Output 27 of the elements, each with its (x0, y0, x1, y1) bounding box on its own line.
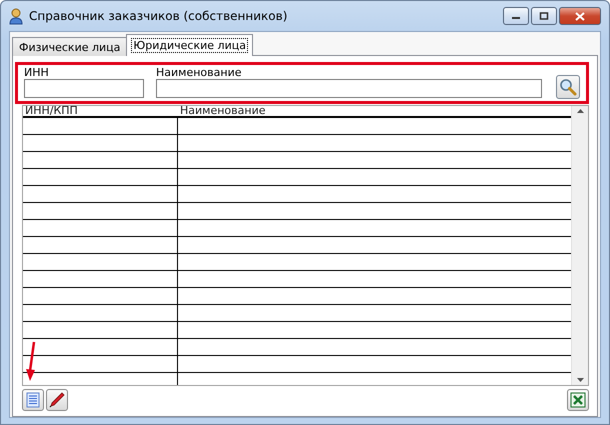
input-field[interactable] (24, 79, 144, 98)
scrollbar[interactable] (571, 106, 588, 385)
scroll-down-icon (576, 378, 584, 382)
close-button[interactable] (559, 7, 601, 25)
tab[interactable]: Юридические лица (126, 34, 253, 56)
pencil-icon (49, 392, 65, 408)
excel-button[interactable] (567, 389, 589, 411)
edit-button[interactable] (46, 389, 68, 411)
annotation-arrow (25, 341, 37, 381)
spreadsheet-icon (570, 392, 586, 408)
maximize-icon (539, 12, 549, 20)
tab[interactable]: Физические лица (12, 37, 128, 56)
maximize-button[interactable] (531, 7, 557, 25)
field-label: Наименование (156, 66, 242, 79)
close-icon (575, 12, 585, 20)
person-icon (9, 7, 23, 25)
scroll-up-icon (576, 109, 584, 113)
document-icon (26, 392, 40, 408)
minimize-button[interactable] (503, 7, 529, 25)
field-label: ИНН (24, 66, 50, 79)
column-header: Наименование (179, 106, 266, 116)
column-header: ИНН/КПП (24, 106, 79, 116)
search-icon (559, 78, 577, 96)
window-title: Справочник заказчиков (собственников) (29, 9, 288, 23)
input-field[interactable] (156, 79, 542, 98)
search-button[interactable] (556, 75, 580, 99)
list-button[interactable] (22, 389, 44, 411)
